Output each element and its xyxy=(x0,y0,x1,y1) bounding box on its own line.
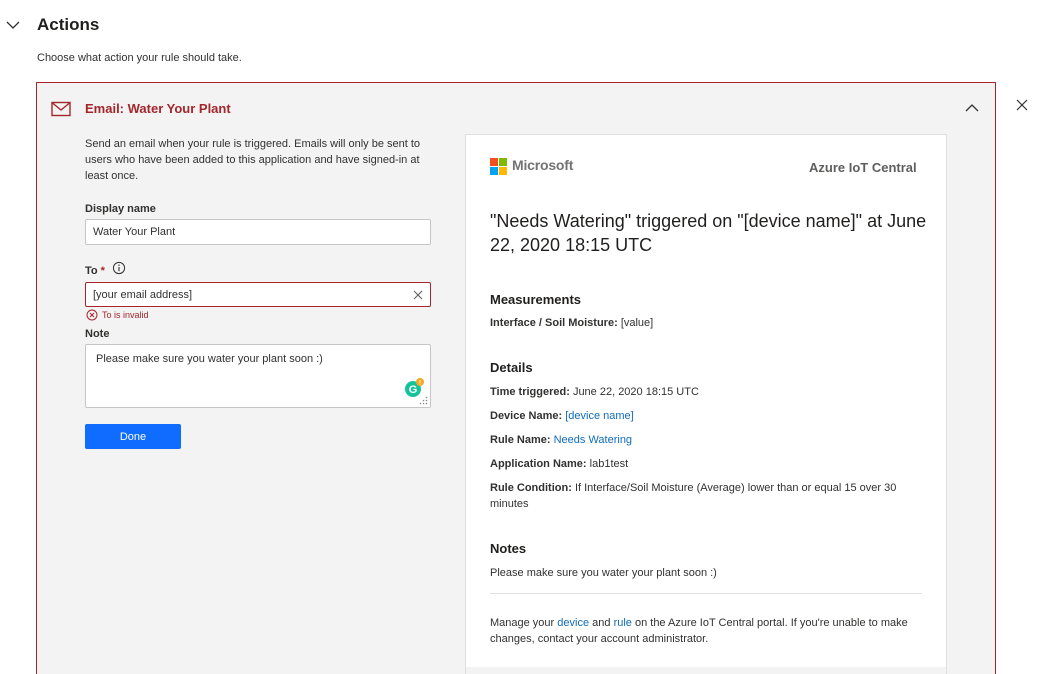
footer-device-link[interactable]: device xyxy=(557,617,589,629)
required-marker: * xyxy=(100,265,105,277)
app-label: Application Name: xyxy=(490,458,587,470)
note-label: Note xyxy=(85,328,110,340)
brand-name: Microsoft xyxy=(512,157,574,173)
info-icon[interactable] xyxy=(112,261,126,275)
error-icon xyxy=(86,309,98,321)
time-value: June 22, 2020 18:15 UTC xyxy=(572,386,699,398)
device-link[interactable]: [device name] xyxy=(565,410,633,422)
device-line: Device Name: [device name] xyxy=(490,408,634,424)
footer-rule-link[interactable]: rule xyxy=(614,617,632,629)
measurement-label: Interface / Soil Moisture: xyxy=(490,317,618,329)
divider xyxy=(490,593,922,594)
email-action-card: Email: Water Your Plant Send an email wh… xyxy=(36,82,996,674)
condition-line: Rule Condition: If Interface/Soil Moistu… xyxy=(490,480,920,512)
done-button[interactable]: Done xyxy=(85,424,181,449)
rule-line: Rule Name: Needs Watering xyxy=(490,432,632,448)
rule-label: Rule Name: xyxy=(490,434,551,446)
product-name: Azure IoT Central xyxy=(809,160,917,175)
preview-footer-band xyxy=(466,667,946,674)
display-name-label: Display name xyxy=(85,203,156,215)
section-description: Choose what action your rule should take… xyxy=(37,52,242,64)
measurements-heading: Measurements xyxy=(490,292,582,307)
measurement-value: [value] xyxy=(620,317,654,329)
section-title: Actions xyxy=(37,15,100,34)
measurement-line: Interface / Soil Moisture: [value] xyxy=(490,315,653,331)
note-value: Please make sure you water your plant so… xyxy=(96,353,323,365)
display-name-field[interactable]: Water Your Plant xyxy=(85,219,431,245)
svg-text:G: G xyxy=(409,384,418,396)
close-icon[interactable] xyxy=(1014,97,1030,113)
to-error: To is invalid xyxy=(86,309,149,321)
details-heading: Details xyxy=(490,360,533,375)
to-error-text: To is invalid xyxy=(102,310,149,320)
footer-text: Manage your device and rule on the Azure… xyxy=(490,615,920,647)
actions-page: Actions Choose what action your rule sho… xyxy=(0,0,1064,674)
notes-value: Please make sure you water your plant so… xyxy=(490,567,717,579)
app-line: Application Name: lab1test xyxy=(490,456,628,472)
to-value: [your email address] xyxy=(93,288,193,301)
device-label: Device Name: xyxy=(490,410,563,422)
resize-grip-icon[interactable] xyxy=(419,396,428,405)
email-headline: "Needs Watering" triggered on "[device n… xyxy=(490,211,927,255)
email-preview: Microsoft Azure IoT Central "Needs Water… xyxy=(465,134,947,674)
display-name-value: Water Your Plant xyxy=(93,226,176,238)
app-value: lab1test xyxy=(589,458,629,470)
rule-link[interactable]: Needs Watering xyxy=(554,434,632,446)
mail-icon xyxy=(51,101,71,117)
footer-part-2: and xyxy=(592,617,611,629)
notes-heading: Notes xyxy=(490,541,527,556)
svg-text:!: ! xyxy=(419,381,421,387)
chevron-down-icon[interactable] xyxy=(4,16,22,34)
clear-icon[interactable] xyxy=(413,290,423,300)
intro-text: Send an email when your rule is triggere… xyxy=(85,138,421,182)
microsoft-logo-icon xyxy=(490,158,507,175)
to-field[interactable]: [your email address] xyxy=(85,282,431,307)
card-title: Email: Water Your Plant xyxy=(85,101,231,116)
note-field[interactable]: Please make sure you water your plant so… xyxy=(85,344,431,408)
chevron-up-icon[interactable] xyxy=(963,99,981,117)
condition-label: Rule Condition: xyxy=(490,482,572,494)
footer-part-1: Manage your xyxy=(490,617,555,629)
to-label: To xyxy=(85,265,98,277)
to-label-row: To * xyxy=(85,265,105,277)
time-line: Time triggered: June 22, 2020 18:15 UTC xyxy=(490,384,699,400)
time-label: Time triggered: xyxy=(490,386,570,398)
